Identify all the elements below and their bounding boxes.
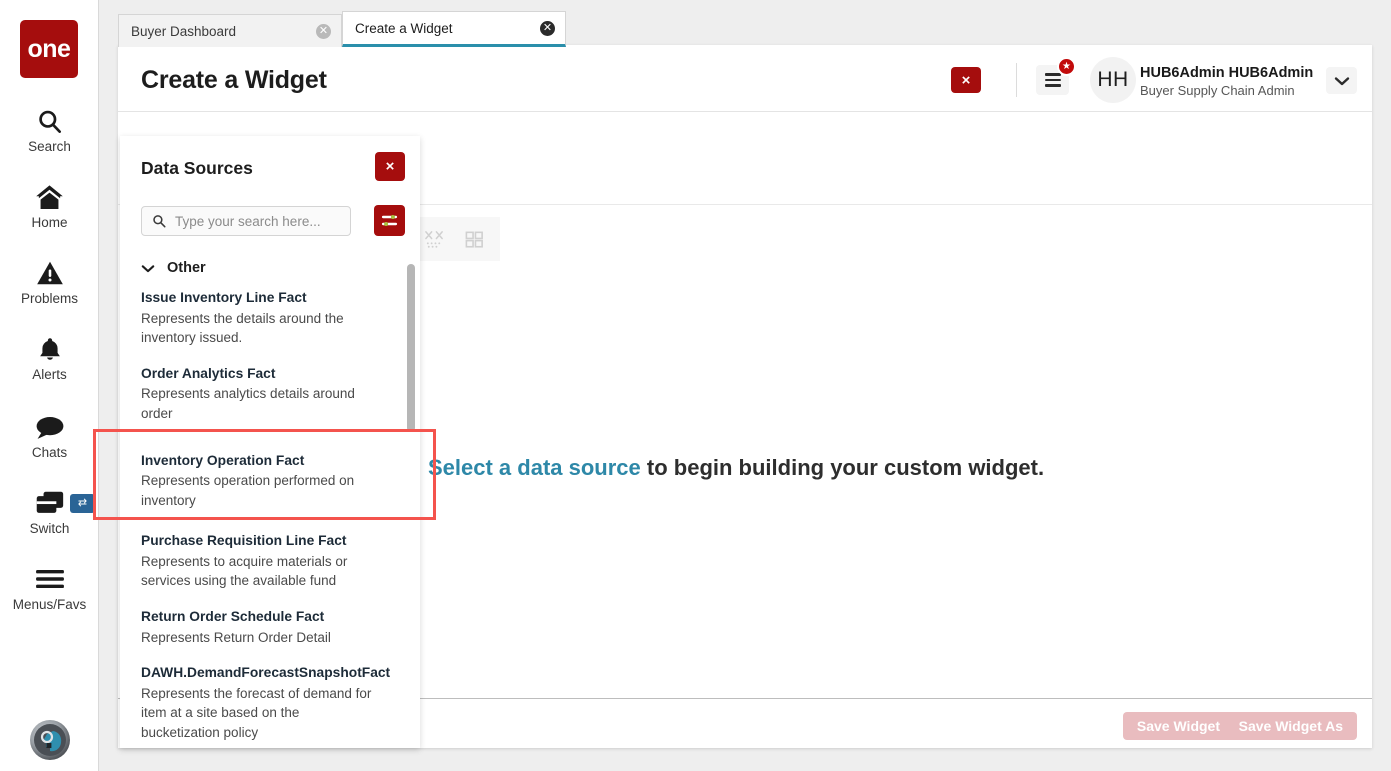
data-source-name: Return Order Schedule Fact	[141, 609, 325, 624]
sidebar-label-switch: Switch	[29, 521, 70, 536]
save-widget-as-button[interactable]: Save Widget As	[1224, 712, 1357, 740]
data-source-description: Represents the details around the invent…	[141, 310, 344, 346]
sidebar-label-problems: Problems	[20, 291, 79, 306]
sidebar-item-problems[interactable]: Problems	[0, 256, 99, 306]
warning-triangle-icon	[0, 256, 99, 290]
assistant-avatar-icon[interactable]	[30, 720, 70, 760]
sidebar-label-menus-favs: Menus/Favs	[12, 597, 87, 612]
empty-state-rest: to begin building your custom widget.	[640, 455, 1045, 480]
bell-icon	[0, 332, 99, 366]
data-source-description: Represents analytics details around orde…	[141, 386, 355, 421]
close-page-button[interactable]: ×	[951, 67, 981, 93]
user-role: Buyer Supply Chain Admin	[1140, 83, 1295, 98]
data-source-name: Inventory Operation Fact	[141, 452, 305, 468]
sidebar-label-alerts: Alerts	[32, 367, 67, 382]
header-divider	[1016, 63, 1017, 97]
scrollbar-thumb[interactable]	[407, 264, 415, 432]
hamburger-icon	[0, 562, 99, 596]
search-input[interactable]	[175, 213, 352, 229]
notifications-menu-button[interactable]: ★	[1036, 57, 1076, 95]
sliders-filter-icon	[381, 214, 398, 227]
data-source-description: Represents operation performed on invent…	[141, 473, 355, 508]
sidebar-label-search: Search	[28, 139, 71, 154]
hamburger-icon	[1044, 70, 1061, 90]
tab-label: Create a Widget	[355, 20, 453, 36]
user-info: HUB6Admin HUB6Admin Buyer Supply Chain A…	[1140, 65, 1314, 98]
sidebar-item-menus-favs[interactable]: Menus/Favs	[0, 562, 99, 612]
tab-create-a-widget[interactable]: Create a Widget ✕	[342, 11, 566, 47]
sidebar-item-switch[interactable]: ⇄ Switch	[0, 486, 99, 536]
data-source-item-inventory-operation-fact[interactable]: Inventory Operation Fact Represents oper…	[120, 438, 420, 525]
star-icon: ★	[1057, 57, 1076, 76]
page-title: Create a Widget	[141, 66, 327, 94]
chevron-down-icon	[141, 264, 155, 272]
chat-bubble-icon	[0, 410, 99, 444]
close-icon: ×	[961, 71, 971, 89]
switch-windows-icon: ⇄	[0, 486, 99, 520]
app-logo[interactable]: one	[20, 20, 78, 78]
sidebar-label-home: Home	[31, 215, 68, 230]
chevron-down-icon	[1334, 76, 1349, 85]
switch-badge-icon: ⇄	[70, 494, 95, 513]
data-source-description: Represents Return Order Detail	[141, 629, 331, 645]
filter-settings-button[interactable]	[374, 205, 405, 236]
home-icon	[0, 180, 99, 214]
search-icon	[0, 104, 99, 138]
sidebar-label-chats: Chats	[31, 445, 68, 460]
data-source-description: Represents the forecast of demand for it…	[141, 685, 372, 740]
data-source-item[interactable]: Order Analytics Fact Represents analytic…	[120, 362, 420, 438]
save-widget-button[interactable]: Save Widget	[1122, 712, 1234, 740]
data-source-name: Issue Inventory Line Fact	[141, 290, 307, 305]
data-sources-panel: Data Sources × Type your search here... …	[120, 136, 420, 748]
sidebar-item-home[interactable]: Home	[0, 180, 99, 230]
sidebar-item-alerts[interactable]: Alerts	[0, 332, 99, 382]
data-sources-group-other[interactable]: Other	[120, 254, 420, 286]
close-icon: ×	[385, 158, 395, 175]
grid-table-icon[interactable]	[454, 221, 494, 257]
data-source-item[interactable]: Issue Inventory Line Fact Represents the…	[120, 286, 420, 362]
empty-state-message: Select a data source to begin building y…	[428, 455, 1044, 481]
page-header: Create a Widget × ★ HH HUB6Admin HUB6Adm…	[118, 45, 1372, 112]
search-icon	[153, 215, 166, 228]
data-sources-close-button[interactable]: ×	[375, 152, 405, 181]
data-source-name: Purchase Requisition Line Fact	[141, 533, 347, 549]
data-source-item[interactable]: Return Order Schedule Fact Represents Re…	[120, 605, 420, 661]
group-label: Other	[167, 260, 206, 276]
avatar-initials: HH	[1097, 68, 1129, 91]
data-source-description: Represents to acquire materials or servi…	[141, 553, 348, 589]
tab-label: Buyer Dashboard	[131, 23, 237, 39]
data-sources-title: Data Sources	[141, 158, 253, 178]
data-source-item[interactable]: DAWH.DemandForecastSnapshotFact Represen…	[120, 661, 420, 748]
app-logo-text: one	[27, 34, 71, 63]
sidebar-item-chats[interactable]: Chats	[0, 410, 99, 460]
data-source-name: DAWH.DemandForecastSnapshotFact	[141, 665, 391, 681]
data-sources-scrollbar[interactable]	[407, 264, 415, 748]
sidebar-item-search[interactable]: Search	[0, 104, 99, 154]
empty-state-highlight: Select a data source	[428, 455, 641, 480]
avatar[interactable]: HH	[1090, 57, 1136, 103]
browser-tab-strip: Buyer Dashboard ✕ Create a Widget ✕	[118, 11, 566, 47]
xx-axis-icon[interactable]	[414, 221, 454, 257]
tab-buyer-dashboard[interactable]: Buyer Dashboard ✕	[118, 14, 342, 47]
data-source-item[interactable]: Purchase Requisition Line Fact Represent…	[120, 524, 420, 605]
left-navigation-rail: one Search Home Problems Alerts Chats ⇄ …	[0, 0, 99, 771]
tab-close-icon[interactable]: ✕	[316, 23, 331, 39]
user-name: HUB6Admin HUB6Admin	[1140, 65, 1314, 81]
data-sources-list[interactable]: Other Issue Inventory Line Fact Represen…	[120, 254, 420, 748]
data-source-name: Order Analytics Fact	[141, 365, 276, 381]
user-menu-button[interactable]	[1326, 67, 1357, 94]
search-field-wrapper[interactable]	[141, 206, 352, 236]
tab-close-icon[interactable]: ✕	[540, 20, 555, 36]
data-sources-search-row	[141, 205, 405, 236]
